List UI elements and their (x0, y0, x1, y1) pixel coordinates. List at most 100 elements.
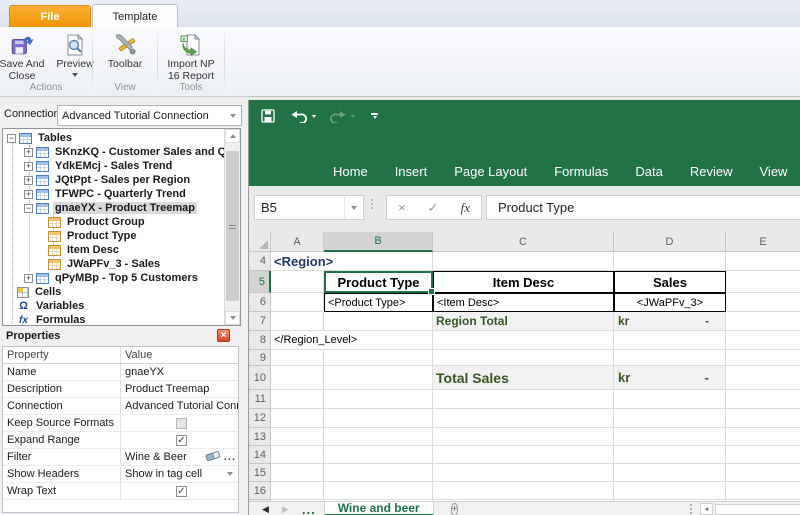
cell-C6[interactable]: <Item Desc> (433, 293, 614, 312)
cell-C14[interactable] (433, 446, 614, 464)
cell-E16[interactable] (726, 482, 800, 500)
cell-B5-selected[interactable]: Product Type (324, 271, 435, 295)
tree-scrollbar[interactable] (224, 129, 240, 325)
filter-browse-button[interactable]: ... (224, 451, 236, 463)
cell-E5[interactable] (726, 271, 800, 293)
chevron-down-icon[interactable] (225, 113, 241, 118)
tree-scrollbar-thumb[interactable] (226, 151, 239, 301)
toolbar-button[interactable]: Toolbar (97, 30, 153, 71)
cell-B11[interactable] (324, 390, 433, 409)
cell-A6[interactable] (271, 293, 324, 312)
tab-insert[interactable]: Insert (395, 164, 428, 179)
show-headers-value[interactable]: Show in tag cell (125, 468, 202, 480)
cell-A11[interactable] (271, 390, 324, 409)
cell-C8[interactable] (433, 331, 614, 350)
undo-icon[interactable] (289, 109, 309, 123)
cell-B16[interactable] (324, 482, 433, 500)
connection-select[interactable]: Advanced Tutorial Connection (57, 105, 242, 126)
cell-E8[interactable] (726, 331, 800, 350)
expand-icon[interactable]: + (24, 175, 33, 185)
row-header-9[interactable]: 9 (249, 350, 271, 366)
tab-formulas[interactable]: Formulas (554, 164, 608, 179)
template-tab[interactable]: Template (92, 4, 178, 28)
tree-item-tfwpc[interactable]: + TFWPC - Quarterly Trend (24, 187, 224, 201)
cell-C5[interactable]: Item Desc (433, 271, 614, 293)
cell-B9[interactable] (324, 350, 433, 366)
cell-D13[interactable] (614, 428, 726, 446)
cell-B12[interactable] (324, 409, 433, 428)
cancel-icon[interactable]: × (398, 200, 406, 215)
expand-icon[interactable]: + (24, 147, 33, 157)
cell-D12[interactable] (614, 409, 726, 428)
cell-E9[interactable] (726, 350, 800, 366)
cell-A12[interactable] (271, 409, 324, 428)
row-header-5[interactable]: 5 (249, 271, 271, 293)
name-box[interactable]: B5 (254, 195, 364, 220)
enter-icon[interactable]: ✓ (428, 200, 439, 216)
cell-C9[interactable] (433, 350, 614, 366)
cell-C15[interactable] (433, 464, 614, 482)
row-header-8[interactable]: 8 (249, 331, 271, 350)
cell-A5[interactable] (271, 271, 324, 293)
cell-D16[interactable] (614, 482, 726, 500)
tab-home[interactable]: Home (333, 164, 368, 179)
cell-E7[interactable] (726, 312, 800, 331)
cell-D7[interactable]: kr - (614, 312, 726, 331)
cell-D14[interactable] (614, 446, 726, 464)
cell-D6[interactable]: <JWaPFv_3> (614, 293, 726, 312)
scroll-down-icon[interactable] (225, 311, 240, 325)
cell-C12[interactable] (433, 409, 614, 428)
collapse-icon[interactable]: − (24, 203, 33, 213)
row-header-14[interactable]: 14 (249, 446, 271, 464)
checkbox-unchecked[interactable] (176, 417, 187, 429)
expand-icon[interactable]: + (24, 273, 33, 283)
cell-A9[interactable] (271, 350, 324, 366)
tree-item-product-group[interactable]: Product Group (48, 215, 224, 229)
expand-icon[interactable]: + (24, 161, 33, 171)
cell-C13[interactable] (433, 428, 614, 446)
property-row-expand-range[interactable]: Expand Range ✓ (3, 432, 238, 449)
cell-A13[interactable] (271, 428, 324, 446)
cell-B6[interactable]: <Product Type> (324, 293, 433, 312)
horizontal-scrollbar[interactable] (715, 503, 800, 515)
property-value[interactable]: Product Treemap (121, 381, 238, 397)
property-row-keep-source-formats[interactable]: Keep Source Formats (3, 415, 238, 432)
cell-D4[interactable] (614, 252, 726, 271)
filter-value[interactable]: Wine & Beer (125, 451, 187, 463)
property-row-connection[interactable]: Connection Advanced Tutorial Connecti (3, 398, 238, 415)
property-value[interactable]: Advanced Tutorial Connecti (121, 398, 238, 414)
cell-A7[interactable] (271, 312, 324, 331)
sheet-prev-icon[interactable]: ◀ (262, 504, 269, 515)
cell-D8[interactable] (614, 331, 726, 350)
checkbox-checked[interactable]: ✓ (176, 434, 187, 446)
row-header-13[interactable]: 13 (249, 428, 271, 446)
tree-item-formulas[interactable]: fx Formulas (17, 313, 224, 325)
property-row-filter[interactable]: Filter Wine & Beer ... (3, 449, 238, 466)
cell-C11[interactable] (433, 390, 614, 409)
column-header-d[interactable]: D (614, 232, 726, 252)
tab-data[interactable]: Data (635, 164, 662, 179)
tab-review[interactable]: Review (690, 164, 733, 179)
cell-E12[interactable] (726, 409, 800, 428)
dropdown-arrow-icon[interactable] (227, 472, 233, 476)
cell-E15[interactable] (726, 464, 800, 482)
cell-E14[interactable] (726, 446, 800, 464)
formula-bar-input[interactable]: Product Type (486, 195, 800, 220)
cell-A10[interactable] (271, 366, 324, 390)
tree-item-item-desc[interactable]: Item Desc (48, 243, 224, 257)
tree-item-qpymbp[interactable]: + qPyMBp - Top 5 Customers (24, 271, 224, 285)
tree-item-variables[interactable]: Ω Variables (17, 299, 224, 313)
collapse-icon[interactable]: − (7, 133, 16, 143)
cell-C16[interactable] (433, 482, 614, 500)
cell-A4[interactable]: <Region> (271, 252, 433, 271)
cell-B7[interactable] (324, 312, 433, 331)
property-row-wrap-text[interactable]: Wrap Text ✓ (3, 483, 238, 500)
tree-item-jqtppt[interactable]: + JQtPpt - Sales per Region (24, 173, 224, 187)
property-row-show-headers[interactable]: Show Headers Show in tag cell (3, 466, 238, 483)
column-header-a[interactable]: A (271, 232, 324, 252)
undo-dropdown-icon[interactable] (312, 114, 316, 118)
cell-D15[interactable] (614, 464, 726, 482)
select-all-corner[interactable] (249, 232, 271, 252)
hscroll-left-icon[interactable]: ◂ (700, 503, 713, 515)
cell-A14[interactable] (271, 446, 324, 464)
